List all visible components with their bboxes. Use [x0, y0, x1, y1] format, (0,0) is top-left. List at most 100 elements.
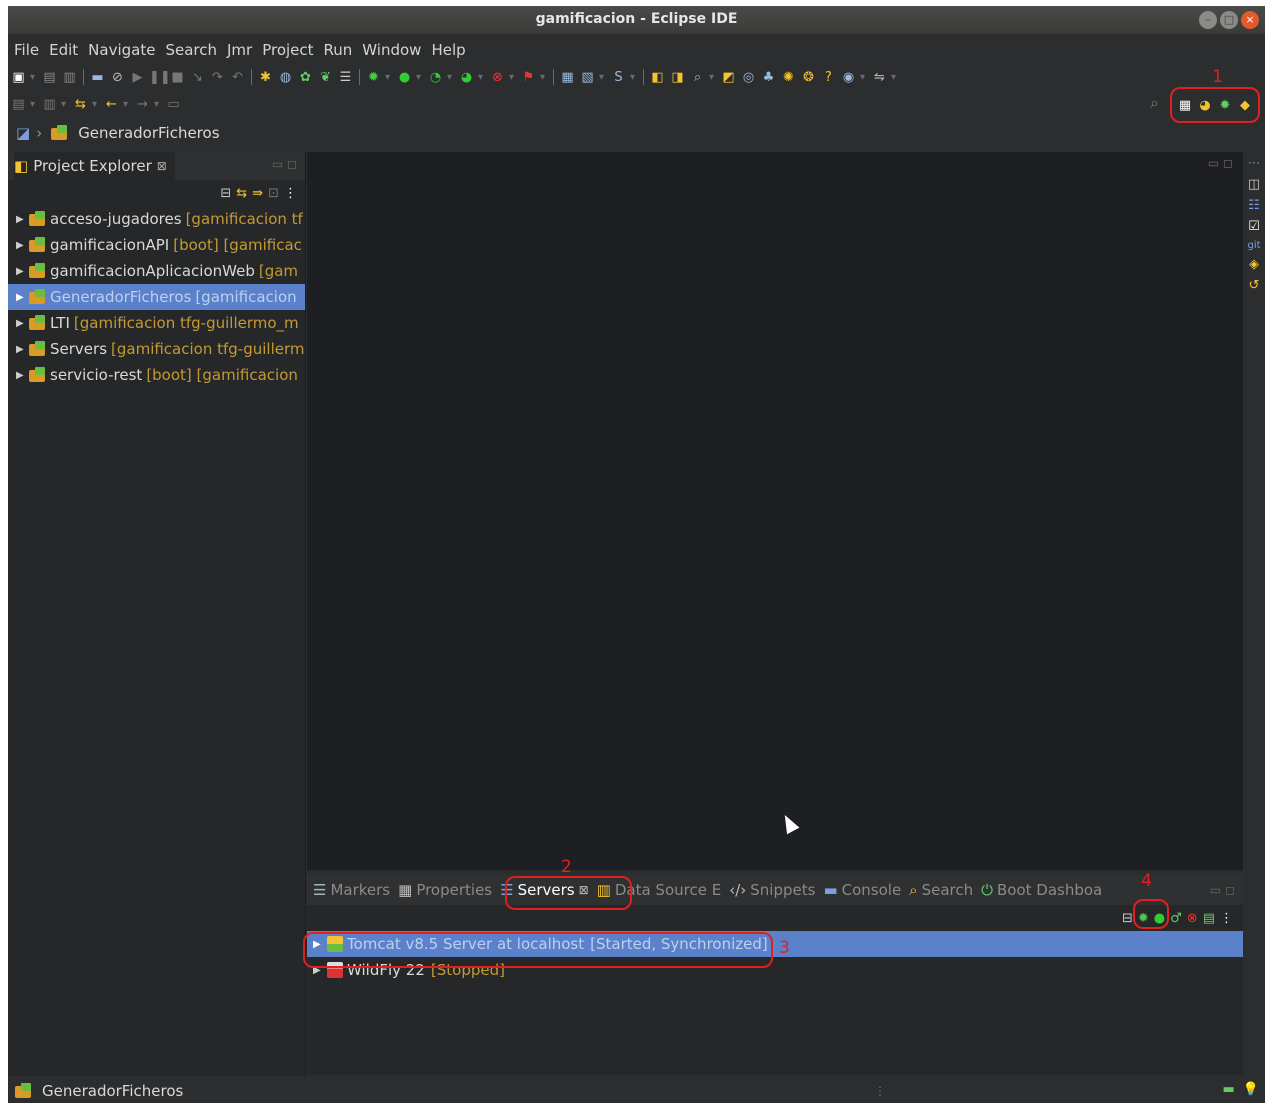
menu-help[interactable]: Help	[425, 38, 469, 62]
editor-area[interactable]: ▭ ◻	[307, 152, 1243, 870]
back-icon[interactable]: ←	[103, 96, 120, 113]
menu-edit[interactable]: Edit	[43, 38, 82, 62]
stop-icon[interactable]: ⊗	[489, 69, 506, 86]
view-minmax-icon[interactable]: ▭ ◻	[1210, 883, 1235, 897]
collapse-all-icon[interactable]: ⊟	[1122, 911, 1133, 926]
bug-icon[interactable]: ✺	[780, 69, 797, 86]
publish-icon[interactable]: ▤	[1203, 911, 1215, 926]
view-minmax-icon[interactable]: ▭ ◻	[272, 157, 297, 171]
expand-arrow-icon[interactable]: ▶	[16, 266, 26, 277]
menu-project[interactable]: Project	[256, 38, 317, 62]
tab-properties[interactable]: ▦ Properties	[398, 881, 492, 899]
menu-navigate[interactable]: Navigate	[82, 38, 159, 62]
perspective-search-icon[interactable]: ⌕	[1150, 93, 1159, 113]
external-tools-icon[interactable]: ◕	[458, 69, 475, 86]
tab-boot-dashboard[interactable]: ⏻ Boot Dashboa	[981, 881, 1102, 899]
terminate-icon[interactable]: ■	[169, 69, 186, 86]
tree-item-generadorficheros[interactable]: ▶ GeneradorFicheros [gamificacion	[8, 284, 305, 310]
tab-markers[interactable]: ☰ Markers	[313, 881, 390, 899]
coverage-icon[interactable]: ◔	[427, 69, 444, 86]
spring-icon[interactable]: ✿	[297, 69, 314, 86]
open-type-icon[interactable]: ◧	[649, 69, 666, 86]
skip-breakpoints-icon[interactable]: ⊘	[109, 69, 126, 86]
web-icon[interactable]: ◎	[740, 69, 757, 86]
tree-item-servers[interactable]: ▶ Servers [gamificacion tfg-guillerm	[8, 336, 305, 362]
java-perspective-icon[interactable]: ◆	[1237, 97, 1254, 114]
minimize-icon[interactable]: –	[1199, 11, 1217, 29]
tree-icon[interactable]: ♣	[760, 69, 777, 86]
tree-item-gamificacionaplicacionweb[interactable]: ▶ gamificacionAplicacionWeb [gam	[8, 258, 305, 284]
save-all-icon[interactable]: ▥	[61, 69, 78, 86]
stop-server-icon[interactable]: ⊗	[1187, 911, 1198, 926]
tab-snippets[interactable]: ‹/› Snippets	[729, 881, 815, 899]
expand-arrow-icon[interactable]: ▶	[16, 214, 26, 225]
server-icon[interactable]: ☰	[337, 69, 354, 86]
print-icon[interactable]: ▥	[41, 96, 58, 113]
annotation-icon[interactable]: ▤	[10, 96, 27, 113]
breadcrumb-item[interactable]: GeneradorFicheros	[78, 124, 219, 142]
search-icon[interactable]: ⌕	[689, 69, 706, 86]
flag-icon[interactable]: ⚑	[520, 69, 537, 86]
progress-icon[interactable]: ▬	[1223, 1082, 1235, 1097]
view-menu-icon[interactable]: ⋮	[284, 186, 297, 201]
expand-arrow-icon[interactable]: ▶	[16, 344, 26, 355]
suspend-icon[interactable]: ❚❚	[149, 69, 171, 86]
tree-item-gamificacionapi[interactable]: ▶ gamificacionAPI [boot] [gamificac	[8, 232, 305, 258]
debug-perspective-icon[interactable]: ✹	[1217, 97, 1234, 114]
outline-icon[interactable]: ☷	[1248, 198, 1260, 213]
java-ee-perspective-icon[interactable]: ◕	[1197, 97, 1214, 114]
link-editor-icon[interactable]: ⇆	[236, 186, 247, 201]
maximize-icon[interactable]: □	[1220, 11, 1238, 29]
step-return-icon[interactable]: ↶	[229, 69, 246, 86]
plugin-icon[interactable]: ❂	[800, 69, 817, 86]
expand-arrow-icon[interactable]: ▶	[16, 318, 26, 329]
new-icon[interactable]: ▣	[10, 69, 27, 86]
browser-icon[interactable]: ◉	[840, 69, 857, 86]
open-resource-icon[interactable]: ◨	[669, 69, 686, 86]
restore-icon[interactable]: ◫	[1248, 177, 1260, 192]
tab-project-explorer[interactable]: ◧ Project Explorer ⊠	[14, 152, 175, 180]
profile-server-icon[interactable]: ♂	[1170, 911, 1182, 926]
git-icon[interactable]: git	[1247, 240, 1260, 251]
menu-file[interactable]: File	[8, 38, 43, 62]
terminal-icon[interactable]: ▬	[89, 69, 106, 86]
close-tab-icon[interactable]: ⊠	[157, 159, 167, 173]
expand-arrow-icon[interactable]: ▶	[16, 240, 26, 251]
git-repo-icon[interactable]: ◈	[1249, 257, 1259, 272]
step-into-icon[interactable]: ↘	[189, 69, 206, 86]
workspace-icon[interactable]: ◪	[16, 124, 30, 142]
globe-icon[interactable]: ◍	[277, 69, 294, 86]
step-over-icon[interactable]: ↷	[209, 69, 226, 86]
editor-minmax-icon[interactable]: ▭ ◻	[1208, 156, 1233, 170]
history-icon[interactable]: ↺	[1249, 278, 1260, 293]
open-task-icon[interactable]: ◩	[720, 69, 737, 86]
new-class-icon[interactable]: ▦	[559, 69, 576, 86]
resume-icon[interactable]: ▶	[129, 69, 146, 86]
menu-jmr[interactable]: Jmr	[221, 38, 256, 62]
pin-editor-icon[interactable]: ▭	[165, 96, 182, 113]
next-edit-icon[interactable]: ⇆	[72, 96, 89, 113]
tab-console[interactable]: ▬ Console	[823, 881, 901, 899]
collapse-all-icon[interactable]: ⊟	[220, 186, 231, 201]
dropdown-icon[interactable]: ▾	[30, 72, 38, 83]
open-perspective-icon[interactable]: ▦	[1177, 97, 1194, 114]
pin-icon[interactable]: ⇋	[871, 69, 888, 86]
new-spring-icon[interactable]: S	[610, 69, 627, 86]
forward-icon[interactable]: →	[134, 96, 151, 113]
menu-window[interactable]: Window	[356, 38, 425, 62]
tree-item-lti[interactable]: ▶ LTI [gamificacion tfg-guillermo_m	[8, 310, 305, 336]
focus-icon[interactable]: ⊡	[268, 186, 279, 201]
wizard-icon[interactable]: ✱	[257, 69, 274, 86]
save-icon[interactable]: ▤	[41, 69, 58, 86]
view-menu-icon[interactable]: ⋮	[1220, 911, 1233, 926]
debug-icon[interactable]: ✹	[365, 69, 382, 86]
task-list-icon[interactable]: ☑	[1248, 219, 1260, 234]
run-icon[interactable]: ●	[396, 69, 413, 86]
new-package-icon[interactable]: ▧	[579, 69, 596, 86]
more-icon[interactable]: ⋯	[1248, 156, 1261, 171]
filter-icon[interactable]: ⇛	[252, 186, 263, 201]
menu-run[interactable]: Run	[318, 38, 357, 62]
menu-search[interactable]: Search	[159, 38, 221, 62]
expand-arrow-icon[interactable]: ▶	[16, 292, 26, 303]
close-icon[interactable]: ×	[1241, 11, 1259, 29]
